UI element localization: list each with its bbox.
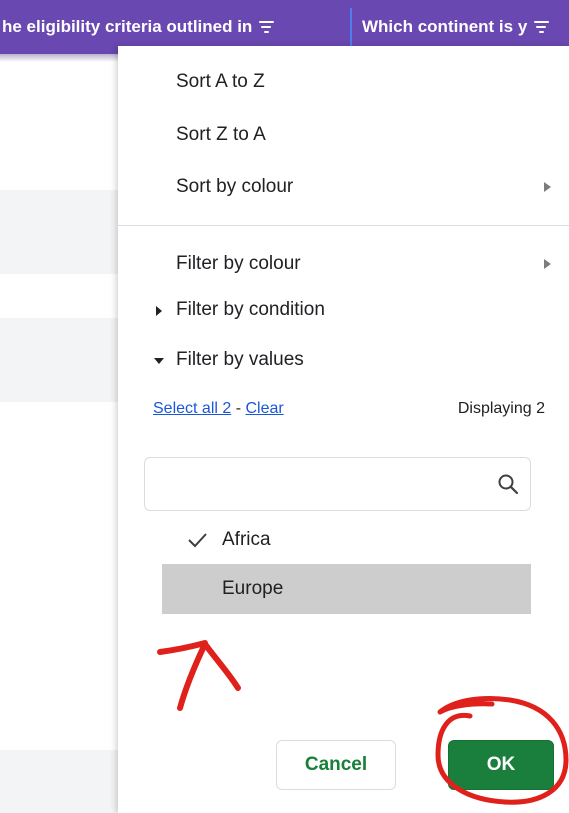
menu-item-label: Filter by values <box>176 349 304 370</box>
column-header-label: he eligibility criteria outlined in <box>2 17 253 36</box>
filter-menu: Sort A to Z Sort Z to A Sort by colour F… <box>118 46 569 813</box>
sheets-filter-view: he eligibility criteria outlined in Whic… <box>0 0 569 813</box>
menu-item-filter-by-values[interactable]: Filter by values <box>118 337 569 383</box>
ok-button[interactable]: OK <box>448 740 554 790</box>
caret-down-icon <box>154 358 164 364</box>
clear-link[interactable]: Clear <box>245 400 283 417</box>
menu-item-label: Filter by condition <box>176 299 325 320</box>
displaying-count: Displaying 2 <box>457 400 545 417</box>
menu-item-filter-by-colour[interactable]: Filter by colour <box>118 241 569 287</box>
value-label: Africa <box>222 529 271 550</box>
menu-item-sort-by-colour[interactable]: Sort by colour <box>118 164 569 210</box>
checkmark-icon <box>188 533 207 548</box>
column-header-label: Which continent is y <box>362 17 528 36</box>
value-item-europe[interactable]: Europe <box>162 564 531 614</box>
value-label: Europe <box>222 578 284 599</box>
caret-right-icon <box>156 306 162 316</box>
menu-item-label: Filter by colour <box>176 253 301 274</box>
menu-item-label: Sort A to Z <box>176 71 265 92</box>
menu-divider <box>118 225 569 226</box>
sheet-row <box>0 318 130 402</box>
menu-item-label: Sort Z to A <box>176 124 266 145</box>
value-item-africa[interactable]: Africa <box>162 515 531 565</box>
submenu-arrow-icon <box>544 259 551 269</box>
cancel-button[interactable]: Cancel <box>276 740 396 790</box>
menu-item-filter-by-condition[interactable]: Filter by condition <box>118 287 569 333</box>
menu-item-sort-z-a[interactable]: Sort Z to A <box>118 112 569 158</box>
select-links-row: Select all 2 - Clear Displaying 2 <box>153 400 553 424</box>
filter-icon[interactable] <box>258 19 274 35</box>
sheet-row <box>0 190 130 274</box>
menu-item-sort-a-z[interactable]: Sort A to Z <box>118 59 569 105</box>
submenu-arrow-icon <box>544 182 551 192</box>
search-icon[interactable] <box>496 472 520 496</box>
sheet-row <box>0 750 130 813</box>
filter-icon[interactable] <box>533 19 549 35</box>
link-separator: - <box>231 400 246 417</box>
select-all-link[interactable]: Select all 2 <box>153 400 231 417</box>
value-search-input[interactable] <box>144 457 531 511</box>
menu-item-label: Sort by colour <box>176 176 294 197</box>
